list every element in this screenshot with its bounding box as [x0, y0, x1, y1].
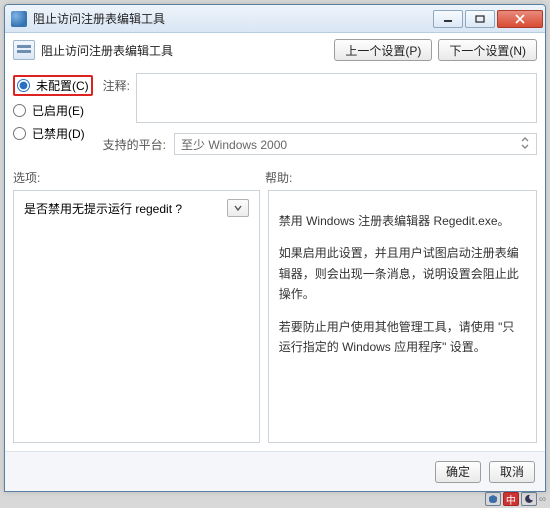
- radio-enabled[interactable]: 已启用(E): [13, 102, 93, 119]
- moon-icon: [524, 494, 534, 504]
- radio-not-configured-input[interactable]: [17, 79, 30, 92]
- help-text-1: 禁用 Windows 注册表编辑器 Regedit.exe。: [279, 211, 526, 231]
- option-row: 是否禁用无提示运行 regedit ?: [24, 199, 249, 217]
- app-icon: [11, 11, 27, 27]
- radio-disabled[interactable]: 已禁用(D): [13, 125, 93, 142]
- dialog-window: 阻止访问注册表编辑工具 阻止访问注册表编辑工具 上一个设置(P) 下一个设置(N…: [4, 4, 546, 492]
- comment-row: 注释:: [103, 73, 537, 123]
- radio-not-configured-label: 未配置(C): [36, 77, 89, 94]
- client-area: 阻止访问注册表编辑工具 上一个设置(P) 下一个设置(N) 未配置(C) 已启用…: [5, 33, 545, 451]
- help-label: 帮助:: [265, 169, 292, 186]
- options-label: 选项:: [13, 169, 265, 186]
- shield-icon: [488, 494, 498, 504]
- system-tray: 中 ∞: [485, 490, 546, 508]
- platform-select[interactable]: 至少 Windows 2000: [174, 133, 537, 155]
- platform-label: 支持的平台:: [103, 136, 166, 153]
- window-title: 阻止访问注册表编辑工具: [33, 10, 433, 27]
- options-pane: 是否禁用无提示运行 regedit ?: [13, 190, 260, 443]
- radio-list: 未配置(C) 已启用(E) 已禁用(D): [13, 73, 93, 142]
- radio-enabled-input[interactable]: [13, 104, 26, 117]
- titlebar[interactable]: 阻止访问注册表编辑工具: [5, 5, 545, 33]
- close-icon: [514, 14, 526, 24]
- next-setting-button[interactable]: 下一个设置(N): [438, 39, 537, 61]
- help-pane: 禁用 Windows 注册表编辑器 Regedit.exe。 如果启用此设置，并…: [268, 190, 537, 443]
- comment-textarea[interactable]: [136, 73, 537, 123]
- section-labels: 选项: 帮助:: [13, 169, 537, 186]
- maximize-icon: [475, 15, 485, 23]
- policy-icon: [13, 40, 35, 60]
- option-dropdown-button[interactable]: [227, 199, 249, 217]
- tray-extra: ∞: [539, 494, 546, 505]
- radio-disabled-label: 已禁用(D): [32, 125, 85, 142]
- maximize-button[interactable]: [465, 10, 495, 28]
- radio-enabled-label: 已启用(E): [32, 102, 84, 119]
- dialog-footer: 确定 取消: [5, 451, 545, 491]
- cancel-button[interactable]: 取消: [489, 461, 535, 483]
- help-text-3: 若要防止用户使用其他管理工具，请使用 "只运行指定的 Windows 应用程序"…: [279, 317, 526, 358]
- radio-disabled-input[interactable]: [13, 127, 26, 140]
- nav-buttons: 上一个设置(P) 下一个设置(N): [334, 39, 537, 61]
- setting-title: 阻止访问注册表编辑工具: [41, 42, 173, 59]
- state-group: 未配置(C) 已启用(E) 已禁用(D) 注释: 支持的平台:: [13, 73, 537, 155]
- previous-setting-button[interactable]: 上一个设置(P): [334, 39, 432, 61]
- minimize-button[interactable]: [433, 10, 463, 28]
- minimize-icon: [443, 15, 453, 23]
- ok-button[interactable]: 确定: [435, 461, 481, 483]
- radio-not-configured[interactable]: 未配置(C): [13, 75, 93, 96]
- close-button[interactable]: [497, 10, 543, 28]
- option-question: 是否禁用无提示运行 regedit ?: [24, 200, 182, 217]
- header-row: 阻止访问注册表编辑工具 上一个设置(P) 下一个设置(N): [13, 39, 537, 61]
- comment-column: 注释: 支持的平台: 至少 Windows 2000: [103, 73, 537, 155]
- platform-row: 支持的平台: 至少 Windows 2000: [103, 133, 537, 155]
- chevron-up-down-icon: [520, 136, 530, 153]
- help-text-2: 如果启用此设置，并且用户试图启动注册表编辑器，则会出现一条消息，说明设置会阻止此…: [279, 243, 526, 304]
- window-buttons: [433, 10, 543, 28]
- platform-value: 至少 Windows 2000: [181, 136, 287, 153]
- panes: 是否禁用无提示运行 regedit ? 禁用 Windows 注册表编辑器 Re…: [13, 190, 537, 443]
- chevron-down-icon: [234, 205, 242, 211]
- comment-label: 注释:: [103, 73, 130, 94]
